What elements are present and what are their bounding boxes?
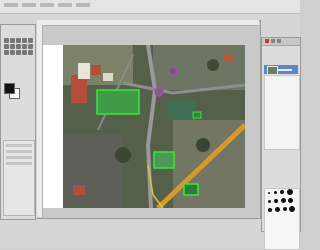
toolbox-window: [0, 24, 36, 220]
aerial-map-image[interactable]: [63, 45, 245, 208]
brush-dot[interactable]: [274, 191, 277, 194]
option-row[interactable]: [6, 144, 32, 147]
roundabout-marker: [154, 87, 164, 97]
brush-dot[interactable]: [268, 192, 270, 194]
roundabout-marker: [168, 66, 178, 76]
layers-list[interactable]: [264, 75, 300, 150]
sports-field-medium: [153, 151, 175, 169]
menu-item-3[interactable]: [40, 3, 54, 7]
text-tool-icon[interactable]: [15, 43, 21, 49]
brush-dot[interactable]: [287, 189, 293, 195]
brush-dot[interactable]: [283, 207, 287, 211]
building-red-roof: [73, 185, 85, 195]
paint-bucket-icon[interactable]: [21, 43, 27, 49]
brush-dot[interactable]: [268, 200, 271, 203]
dock-tabs: [262, 38, 300, 46]
layer-name: [278, 69, 292, 71]
building-white: [103, 73, 113, 81]
tree-cluster: [196, 138, 210, 152]
pencil-tool-icon[interactable]: [27, 43, 33, 49]
menu-item-5[interactable]: [76, 3, 90, 7]
building-white: [78, 63, 90, 79]
brush-dot[interactable]: [274, 199, 278, 203]
channels-tab-icon[interactable]: [271, 39, 275, 43]
menu-bar: [0, 0, 300, 14]
foreground-color-swatch[interactable]: [4, 83, 15, 94]
paths-tab-icon[interactable]: [277, 39, 281, 43]
brush-dot[interactable]: [275, 207, 280, 212]
brush-dot[interactable]: [288, 198, 293, 203]
option-row[interactable]: [6, 156, 32, 159]
lasso-tool-icon[interactable]: [15, 37, 21, 43]
tree-cluster: [207, 59, 219, 71]
tool-grid: [3, 37, 33, 55]
horizontal-ruler: [37, 20, 259, 26]
brush-dot[interactable]: [268, 208, 272, 212]
tree-cluster: [115, 147, 131, 163]
building-red-roof: [91, 65, 101, 75]
sports-field-large: [96, 89, 140, 115]
brush-dot[interactable]: [289, 206, 295, 212]
menu-item-1[interactable]: [4, 3, 18, 7]
tool-options-panel: [3, 140, 35, 216]
menu-item-2[interactable]: [22, 3, 36, 7]
smudge-tool-icon[interactable]: [21, 49, 27, 55]
dodge-tool-icon[interactable]: [27, 49, 33, 55]
green-roof-building: [168, 100, 196, 120]
urban-area-bottom-left: [63, 135, 123, 208]
building-red-roof: [71, 75, 87, 103]
building-red-roof: [223, 53, 233, 61]
layer-thumbnail: [267, 66, 278, 75]
fuzzy-select-tool-icon[interactable]: [21, 37, 27, 43]
aerial-map-drawing: [63, 45, 245, 208]
urban-area-top-right: [153, 45, 245, 90]
option-row[interactable]: [6, 162, 32, 165]
option-row[interactable]: [6, 150, 32, 153]
menu-item-4[interactable]: [58, 3, 72, 7]
rect-select-tool-icon[interactable]: [3, 37, 9, 43]
ellipse-select-tool-icon[interactable]: [9, 37, 15, 43]
brush-dot[interactable]: [280, 190, 284, 194]
eraser-tool-icon[interactable]: [9, 49, 15, 55]
move-tool-icon[interactable]: [3, 43, 9, 49]
layers-dock-window: [261, 37, 301, 250]
brush-dot[interactable]: [281, 198, 286, 203]
sports-field-tiny: [192, 111, 202, 119]
sports-field-small: [183, 183, 199, 196]
layers-tab-icon[interactable]: [265, 39, 269, 43]
clone-tool-icon[interactable]: [15, 49, 21, 55]
crop-tool-icon[interactable]: [27, 37, 33, 43]
brush-tool-icon[interactable]: [3, 49, 9, 55]
zoom-tool-icon[interactable]: [9, 43, 15, 49]
canvas-white-area[interactable]: [43, 45, 63, 208]
